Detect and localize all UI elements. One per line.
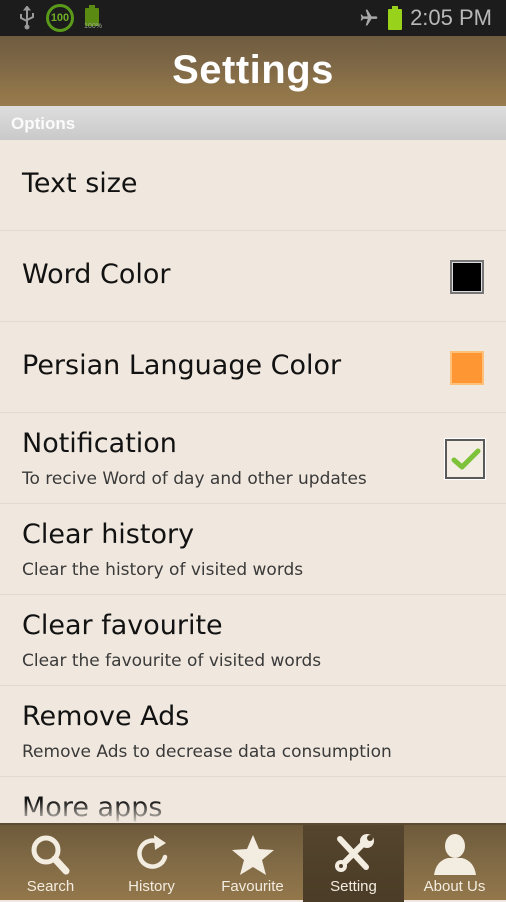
battery-percent: 100% [84, 23, 102, 30]
setting-text-size[interactable]: Text size [0, 140, 506, 231]
setting-clear-favourite[interactable]: Clear favourite Clear the favourite of v… [0, 595, 506, 686]
tab-search[interactable]: Search [0, 825, 101, 902]
settings-list[interactable]: Text size Word Color Persian Language Co… [0, 140, 506, 823]
setting-title: Word Color [22, 259, 171, 290]
setting-title: Clear favourite [22, 610, 223, 641]
setting-word-color[interactable]: Word Color [0, 231, 506, 322]
section-label: Options [11, 114, 76, 133]
setting-subtitle: Clear the history of visited words [22, 560, 304, 580]
tools-icon [334, 834, 374, 872]
checkmark-icon [451, 448, 481, 470]
tab-about-us[interactable]: About Us [404, 825, 505, 902]
person-icon [433, 834, 476, 875]
word-color-swatch[interactable] [450, 260, 484, 294]
tab-history[interactable]: History [101, 825, 202, 902]
battery-full-icon: 100% [84, 5, 102, 31]
star-icon [231, 835, 274, 875]
search-icon [31, 835, 69, 875]
tab-label: Setting [330, 878, 377, 895]
battery-icon [388, 6, 403, 30]
setting-subtitle: Clear the favourite of visited words [22, 651, 322, 671]
setting-subtitle: To recive Word of day and other updates [22, 469, 367, 489]
tab-label: History [128, 878, 175, 895]
bottom-tab-bar: Search History Favourite Setting About U… [0, 823, 506, 902]
setting-title: Text size [22, 168, 138, 199]
clock: 2:05 PM [410, 5, 492, 30]
tab-setting[interactable]: Setting [303, 825, 404, 902]
history-icon [136, 835, 167, 869]
setting-notification[interactable]: Notification To recive Word of day and o… [0, 413, 506, 504]
setting-persian-language-color[interactable]: Persian Language Color [0, 322, 506, 413]
setting-title: Clear history [22, 519, 195, 550]
status-bar: 100 100% 2:05 PM [0, 0, 506, 36]
setting-more-apps[interactable]: More apps [0, 777, 506, 823]
usb-icon [20, 6, 34, 30]
app-header: Settings [0, 36, 506, 106]
page-title: Settings [172, 48, 334, 92]
notification-checkbox[interactable] [445, 439, 485, 479]
setting-title: Notification [22, 428, 177, 459]
tab-label: Favourite [221, 878, 284, 895]
persian-color-swatch[interactable] [450, 351, 484, 385]
tab-label: Search [26, 878, 75, 895]
airplane-mode-icon [360, 9, 378, 26]
setting-title: Remove Ads [22, 701, 190, 732]
setting-title: Persian Language Color [22, 350, 342, 381]
setting-subtitle: Remove Ads to decrease data consumption [22, 742, 392, 762]
section-header-options: Options [0, 106, 506, 140]
setting-remove-ads[interactable]: Remove Ads Remove Ads to decrease data c… [0, 686, 506, 777]
level-100-icon: 100 [46, 4, 74, 32]
setting-clear-history[interactable]: Clear history Clear the history of visit… [0, 504, 506, 595]
tab-label: About Us [423, 878, 486, 895]
tab-favourite[interactable]: Favourite [202, 825, 303, 902]
setting-title: More apps [22, 792, 163, 823]
